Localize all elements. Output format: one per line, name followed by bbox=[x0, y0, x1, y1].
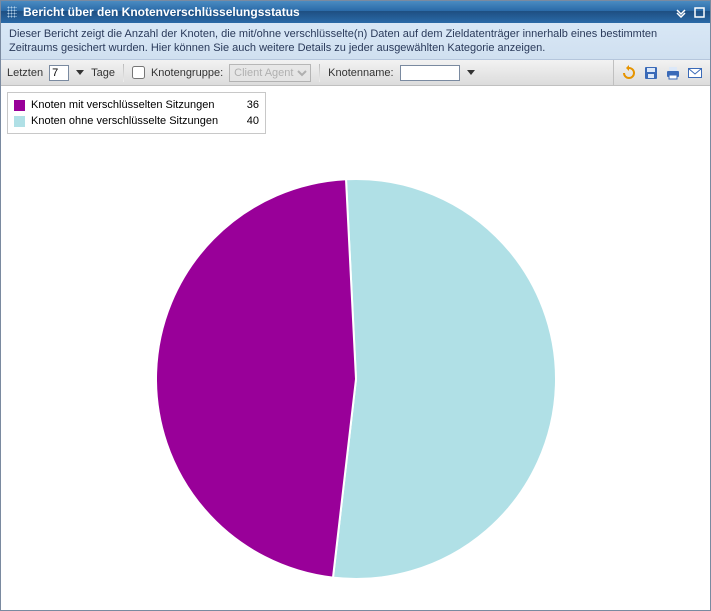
legend-item: Knoten ohne verschlüsselte Sitzungen 40 bbox=[14, 113, 259, 129]
nodegroup-checkbox[interactable] bbox=[132, 66, 145, 79]
maximize-icon[interactable] bbox=[692, 5, 706, 19]
window-title: Bericht über den Knotenverschlüsselungss… bbox=[23, 5, 670, 19]
pie-slice[interactable] bbox=[156, 180, 356, 578]
legend: Knoten mit verschlüsselten Sitzungen 36 … bbox=[7, 92, 266, 134]
nodegroup-label: Knotengruppe: bbox=[151, 67, 223, 79]
legend-swatch bbox=[14, 116, 25, 127]
pie-chart bbox=[151, 174, 561, 584]
refresh-icon[interactable] bbox=[620, 64, 638, 82]
separator-icon bbox=[319, 64, 320, 82]
legend-value: 40 bbox=[241, 115, 259, 127]
print-icon[interactable] bbox=[664, 64, 682, 82]
separator-icon bbox=[123, 64, 124, 82]
legend-label: Knoten mit verschlüsselten Sitzungen bbox=[31, 99, 235, 111]
save-icon[interactable] bbox=[642, 64, 660, 82]
report-description: Dieser Bericht zeigt die Anzahl der Knot… bbox=[1, 23, 710, 60]
nodename-dropdown-icon[interactable] bbox=[466, 66, 476, 80]
days-label: Tage bbox=[91, 67, 115, 79]
pie-slice[interactable] bbox=[332, 179, 555, 579]
toolbar: Letzten Tage Knotengruppe: Client Agent … bbox=[1, 60, 710, 86]
action-icons-group bbox=[613, 60, 704, 85]
legend-value: 36 bbox=[241, 99, 259, 111]
email-icon[interactable] bbox=[686, 64, 704, 82]
nodename-input[interactable] bbox=[400, 65, 460, 81]
nodename-label: Knotenname: bbox=[328, 67, 393, 79]
report-window: Bericht über den Knotenverschlüsselungss… bbox=[0, 0, 711, 611]
grip-icon bbox=[7, 6, 17, 18]
nodegroup-select[interactable]: Client Agent bbox=[229, 64, 311, 82]
legend-swatch bbox=[14, 100, 25, 111]
last-label: Letzten bbox=[7, 67, 43, 79]
chart-area: Knoten mit verschlüsselten Sitzungen 36 … bbox=[1, 86, 710, 610]
legend-item: Knoten mit verschlüsselten Sitzungen 36 bbox=[14, 97, 259, 113]
days-dropdown-icon[interactable] bbox=[75, 66, 85, 80]
days-input[interactable] bbox=[49, 65, 69, 81]
collapse-icon[interactable] bbox=[674, 5, 688, 19]
titlebar: Bericht über den Knotenverschlüsselungss… bbox=[1, 1, 710, 23]
legend-label: Knoten ohne verschlüsselte Sitzungen bbox=[31, 115, 235, 127]
